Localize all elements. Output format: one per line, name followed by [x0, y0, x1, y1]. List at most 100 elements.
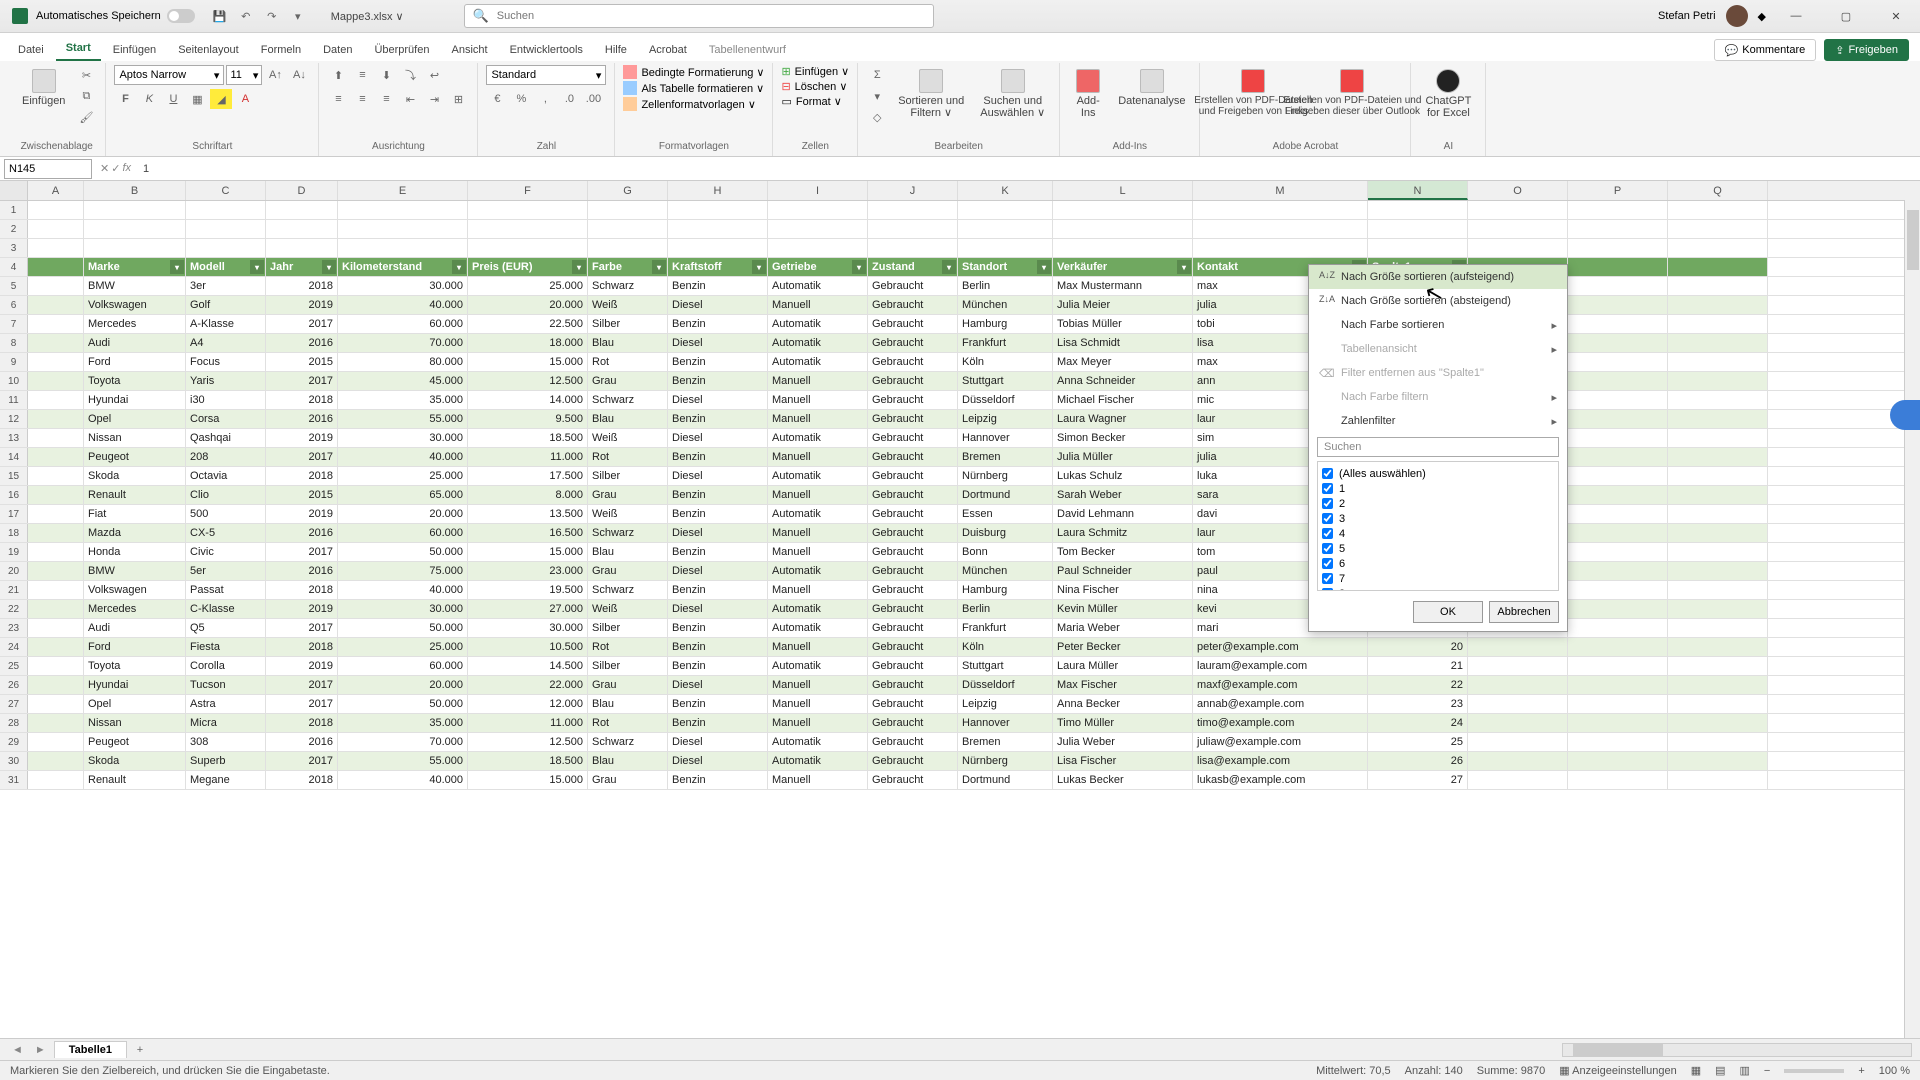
- cell[interactable]: Automatik: [768, 505, 868, 523]
- cell[interactable]: Weiß: [588, 505, 668, 523]
- filter-checkbox-item[interactable]: 6: [1322, 556, 1554, 571]
- sheet-nav-next-icon[interactable]: ►: [31, 1044, 50, 1056]
- merge-icon[interactable]: ⊞: [447, 89, 469, 109]
- cell[interactable]: [1668, 524, 1768, 542]
- cell[interactable]: Köln: [958, 353, 1053, 371]
- cell[interactable]: 40.000: [338, 448, 468, 466]
- cell[interactable]: 19.500: [468, 581, 588, 599]
- cell[interactable]: Duisburg: [958, 524, 1053, 542]
- cell[interactable]: Laura Schmitz: [1053, 524, 1193, 542]
- cell[interactable]: Anna Becker: [1053, 695, 1193, 713]
- cell[interactable]: [1568, 448, 1668, 466]
- cell[interactable]: 40.000: [338, 296, 468, 314]
- filter-dropdown-icon[interactable]: ▾: [752, 260, 766, 274]
- cell[interactable]: Skoda: [84, 467, 186, 485]
- row-header[interactable]: 6: [0, 296, 28, 314]
- cell[interactable]: 2019: [266, 429, 338, 447]
- tab-start[interactable]: Start: [56, 37, 101, 61]
- cell[interactable]: [1568, 600, 1668, 618]
- cell[interactable]: 60.000: [338, 657, 468, 675]
- cell[interactable]: Passat: [186, 581, 266, 599]
- cell[interactable]: [338, 220, 468, 238]
- cell[interactable]: [1668, 695, 1768, 713]
- cell[interactable]: [1668, 714, 1768, 732]
- cell[interactable]: Getriebe▾: [768, 258, 868, 276]
- cell[interactable]: [1568, 334, 1668, 352]
- row-header[interactable]: 7: [0, 315, 28, 333]
- increase-font-icon[interactable]: A↑: [264, 65, 286, 85]
- cell[interactable]: Manuell: [768, 372, 868, 390]
- cell[interactable]: [1568, 315, 1668, 333]
- cell[interactable]: 2016: [266, 733, 338, 751]
- cell[interactable]: Tobias Müller: [1053, 315, 1193, 333]
- cell[interactable]: 2016: [266, 562, 338, 580]
- cell[interactable]: 27: [1368, 771, 1468, 789]
- cell[interactable]: maxf@example.com: [1193, 676, 1368, 694]
- cell[interactable]: [28, 220, 84, 238]
- cell[interactable]: 2017: [266, 315, 338, 333]
- cell[interactable]: Diesel: [668, 334, 768, 352]
- cell[interactable]: Automatik: [768, 277, 868, 295]
- cell[interactable]: [84, 239, 186, 257]
- cell[interactable]: [186, 220, 266, 238]
- cell[interactable]: Gebraucht: [868, 752, 958, 770]
- cell[interactable]: [1668, 258, 1768, 276]
- cell[interactable]: Gebraucht: [868, 619, 958, 637]
- filter-dropdown-icon[interactable]: ▾: [322, 260, 336, 274]
- cell[interactable]: 2017: [266, 448, 338, 466]
- cell[interactable]: 20.000: [338, 505, 468, 523]
- cell[interactable]: Lukas Schulz: [1053, 467, 1193, 485]
- cell[interactable]: Stuttgart: [958, 372, 1053, 390]
- zoom-slider[interactable]: [1784, 1069, 1844, 1073]
- cell[interactable]: [868, 201, 958, 219]
- cell[interactable]: Grau: [588, 771, 668, 789]
- qat-dropdown-icon[interactable]: ▾: [287, 5, 309, 27]
- row-header[interactable]: 25: [0, 657, 28, 675]
- filter-checkbox-item[interactable]: 3: [1322, 511, 1554, 526]
- col-header[interactable]: B: [84, 181, 186, 200]
- cell[interactable]: Hamburg: [958, 581, 1053, 599]
- cell[interactable]: Automatik: [768, 334, 868, 352]
- cell[interactable]: Automatik: [768, 619, 868, 637]
- align-center-icon[interactable]: ≡: [351, 89, 373, 109]
- cell[interactable]: Gebraucht: [868, 467, 958, 485]
- cell[interactable]: Silber: [588, 657, 668, 675]
- orientation-icon[interactable]: ⤵: [399, 65, 421, 85]
- col-header[interactable]: J: [868, 181, 958, 200]
- cell[interactable]: Megane: [186, 771, 266, 789]
- cell[interactable]: [186, 239, 266, 257]
- cell[interactable]: [28, 676, 84, 694]
- row-header[interactable]: 1: [0, 201, 28, 219]
- col-header[interactable]: E: [338, 181, 468, 200]
- checkbox[interactable]: [1322, 483, 1333, 494]
- cell[interactable]: Benzin: [668, 486, 768, 504]
- align-left-icon[interactable]: ≡: [327, 89, 349, 109]
- cell[interactable]: [1468, 239, 1568, 257]
- cell[interactable]: [1668, 201, 1768, 219]
- cell[interactable]: 15.000: [468, 353, 588, 371]
- cell[interactable]: [28, 372, 84, 390]
- cell[interactable]: 40.000: [338, 581, 468, 599]
- tab-entwicklertools[interactable]: Entwicklertools: [500, 39, 593, 61]
- cell[interactable]: 25.000: [468, 277, 588, 295]
- cell[interactable]: Simon Becker: [1053, 429, 1193, 447]
- delete-cells-button[interactable]: ⊟Löschen ∨: [781, 80, 847, 93]
- cell[interactable]: [1668, 638, 1768, 656]
- cell[interactable]: Grau: [588, 486, 668, 504]
- cell[interactable]: 2018: [266, 467, 338, 485]
- checkbox[interactable]: [1322, 573, 1333, 584]
- cell[interactable]: Gebraucht: [868, 391, 958, 409]
- filter-dropdown-icon[interactable]: ▾: [942, 260, 956, 274]
- cell[interactable]: Opel: [84, 410, 186, 428]
- filter-values-list[interactable]: (Alles auswählen)12345678: [1317, 461, 1559, 591]
- cell[interactable]: [1668, 239, 1768, 257]
- cell[interactable]: 20.000: [338, 676, 468, 694]
- cell[interactable]: Peugeot: [84, 733, 186, 751]
- cell[interactable]: 65.000: [338, 486, 468, 504]
- cell[interactable]: Diesel: [668, 733, 768, 751]
- cell[interactable]: Nissan: [84, 714, 186, 732]
- row-header[interactable]: 26: [0, 676, 28, 694]
- cell[interactable]: 9.500: [468, 410, 588, 428]
- scrollbar-thumb[interactable]: [1907, 210, 1919, 270]
- cell[interactable]: [468, 201, 588, 219]
